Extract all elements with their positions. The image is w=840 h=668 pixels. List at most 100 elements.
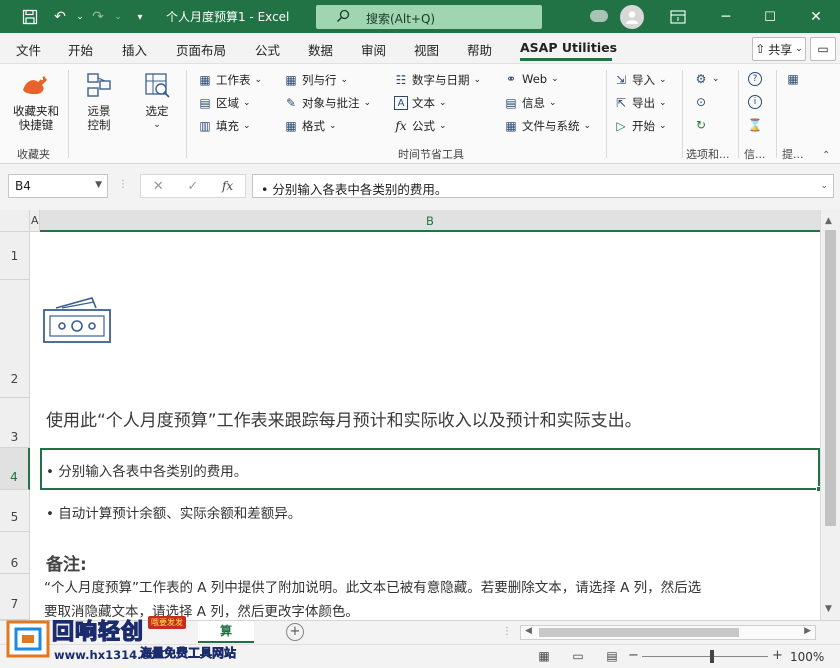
zoom-in-icon[interactable]: + bbox=[772, 648, 783, 663]
tab-home[interactable]: 开始 bbox=[68, 40, 93, 59]
worksheet-grid[interactable]: A B 1 2 3 4 5 6 7 使用此“个人月度预算”工作表来跟踪每月预计和… bbox=[0, 210, 840, 620]
insert-function-icon[interactable]: fx bbox=[222, 179, 233, 193]
collapse-ribbon-icon[interactable]: ⌃ bbox=[822, 150, 830, 161]
row-header[interactable]: 5 bbox=[0, 490, 30, 532]
scroll-left-icon[interactable]: ◀ bbox=[525, 626, 532, 636]
close-icon[interactable]: ✕ bbox=[806, 7, 826, 27]
zoom-slider-knob[interactable] bbox=[710, 650, 714, 663]
chevron-down-icon: ⌄ bbox=[551, 74, 559, 84]
chevron-down-icon: ⌄ bbox=[712, 74, 720, 84]
worksheet-menu[interactable]: ▦ 工作表 ⌄ bbox=[198, 72, 262, 88]
format-menu[interactable]: ▦ 格式 ⌄ bbox=[284, 118, 336, 134]
tab-insert[interactable]: 插入 bbox=[122, 40, 147, 59]
share-button[interactable]: ⇧ 共享 ⌄ bbox=[752, 37, 806, 61]
format-label: 格式 bbox=[302, 119, 325, 133]
info-menu[interactable]: ▤ 信息 ⌄ bbox=[504, 95, 556, 111]
tab-formulas[interactable]: 公式 bbox=[255, 40, 280, 59]
tab-review[interactable]: 审阅 bbox=[361, 40, 386, 59]
avatar[interactable] bbox=[620, 5, 644, 29]
redo-dropdown-icon[interactable]: ⌄ bbox=[108, 7, 128, 27]
column-header-b[interactable]: B bbox=[40, 210, 820, 232]
ribbon: 收藏夹和 快捷键 收藏夹 远景 控制 选定 ⌄ ▦ 工作表 ⌄ ▤ 区域 ⌄ ▥… bbox=[0, 63, 840, 164]
cancel-icon[interactable]: ✕ bbox=[153, 179, 164, 194]
chevron-down-icon[interactable]: ⌄ bbox=[820, 181, 828, 191]
normal-view-icon[interactable]: ▦ bbox=[536, 649, 552, 663]
web-menu[interactable]: ⚭ Web ⌄ bbox=[504, 72, 559, 86]
row-header[interactable]: 2 bbox=[0, 280, 30, 398]
select-all-corner[interactable] bbox=[0, 210, 30, 232]
vertical-scrollbar[interactable]: ▲ ▼ bbox=[820, 210, 840, 620]
page-break-view-icon[interactable]: ▤ bbox=[604, 649, 620, 663]
range-menu[interactable]: ▤ 区域 ⌄ bbox=[198, 95, 250, 111]
import-menu[interactable]: ⇲ 导入 ⌄ bbox=[614, 72, 667, 88]
numbers-dates-menu[interactable]: ☷ 数字与日期 ⌄ bbox=[394, 72, 481, 88]
maximize-icon[interactable]: ☐ bbox=[760, 7, 780, 27]
refresh-button[interactable]: ↻ bbox=[694, 118, 708, 132]
column-header-a[interactable]: A bbox=[30, 210, 40, 232]
active-cell-selection[interactable] bbox=[40, 448, 822, 492]
scroll-right-icon[interactable]: ▶ bbox=[804, 626, 811, 636]
title-bar: ↶ ⌄ ↷ ⌄ ▾ 个人月度预算1 - Excel 搜索(Alt+Q) ─ ☐ … bbox=[0, 0, 840, 33]
ribbon-display-icon[interactable] bbox=[668, 7, 688, 27]
horizontal-scroll-thumb[interactable] bbox=[539, 628, 739, 637]
watermark-badge: 哦要发发 bbox=[148, 616, 186, 629]
gear-icon: ⚙ bbox=[695, 72, 707, 86]
help-button[interactable]: ? bbox=[748, 72, 762, 86]
zoom-slider[interactable] bbox=[642, 656, 768, 657]
undo-icon[interactable]: ↶ bbox=[50, 7, 70, 27]
customize-toolbar-icon[interactable]: ▾ bbox=[130, 7, 150, 27]
row-header[interactable]: 6 bbox=[0, 532, 30, 574]
row-header-selected[interactable]: 4 bbox=[0, 448, 30, 490]
horizontal-scrollbar[interactable]: ◀ ▶ bbox=[520, 625, 816, 640]
tips-button[interactable]: ▦ bbox=[786, 72, 800, 86]
redo-icon[interactable]: ↷ bbox=[88, 7, 108, 27]
info-button[interactable]: i bbox=[748, 95, 762, 109]
tab-help[interactable]: 帮助 bbox=[467, 40, 492, 59]
select-button[interactable]: 选定 ⌄ bbox=[132, 70, 182, 132]
undo-dropdown-icon[interactable]: ⌄ bbox=[70, 7, 90, 27]
tab-view[interactable]: 视图 bbox=[414, 40, 439, 59]
zoom-out-icon[interactable]: − bbox=[628, 648, 639, 663]
zoom-level[interactable]: 100% bbox=[790, 650, 824, 664]
row-header[interactable]: 3 bbox=[0, 398, 30, 448]
scroll-down-icon[interactable]: ▼ bbox=[825, 604, 832, 614]
formula-menu[interactable]: fx 公式 ⌄ bbox=[394, 118, 446, 134]
save-icon[interactable] bbox=[20, 7, 40, 27]
web-label: Web bbox=[522, 72, 548, 86]
search-box[interactable]: 搜索(Alt+Q) bbox=[316, 5, 542, 29]
favorites-label: 收藏夹和 快捷键 bbox=[13, 104, 59, 132]
chevron-down-icon: ⌄ bbox=[659, 98, 667, 108]
ribbon-separator bbox=[68, 70, 69, 158]
page-layout-view-icon[interactable]: ▭ bbox=[570, 649, 586, 663]
chevron-down-icon: ⌄ bbox=[583, 121, 592, 131]
columns-rows-menu[interactable]: ▦ 列与行 ⌄ bbox=[284, 72, 348, 88]
minimize-icon[interactable]: ─ bbox=[716, 7, 736, 27]
name-box[interactable]: B4 ▼ bbox=[8, 174, 108, 198]
select-icon bbox=[141, 70, 173, 100]
vertical-scroll-thumb[interactable] bbox=[825, 230, 836, 526]
formula-input[interactable]: • 分别输入各表中各类别的费用。 ⌄ bbox=[252, 174, 834, 198]
text-menu[interactable]: A 文本 ⌄ bbox=[394, 95, 447, 111]
scroll-up-icon[interactable]: ▲ bbox=[825, 216, 832, 226]
tab-page-layout[interactable]: 页面布局 bbox=[176, 40, 226, 59]
find-run-button[interactable]: ⊙ bbox=[694, 95, 708, 109]
tab-asap-utilities[interactable]: ASAP Utilities bbox=[520, 40, 617, 55]
add-sheet-icon[interactable]: + bbox=[286, 623, 304, 641]
remote-control-button[interactable]: 远景 控制 bbox=[74, 70, 124, 132]
file-system-label: 文件与系统 bbox=[522, 119, 580, 133]
export-menu[interactable]: ⇱ 导出 ⌄ bbox=[614, 95, 667, 111]
comments-button[interactable]: ▭ bbox=[810, 37, 836, 61]
favorites-button[interactable]: 收藏夹和 快捷键 bbox=[8, 70, 64, 132]
tab-file[interactable]: 文件 bbox=[16, 40, 41, 59]
options-gear-button[interactable]: ⚙ ⌄ bbox=[694, 72, 720, 86]
timer-button[interactable]: ⌛ bbox=[748, 118, 763, 132]
objects-comments-menu[interactable]: ✎ 对象与批注 ⌄ bbox=[284, 95, 371, 111]
file-system-menu[interactable]: ▦ 文件与系统 ⌄ bbox=[504, 118, 591, 134]
web-icon: ⚭ bbox=[505, 72, 517, 86]
enter-icon[interactable]: ✓ bbox=[187, 179, 198, 194]
start-menu[interactable]: ▷ 开始 ⌄ bbox=[614, 118, 666, 134]
columns-rows-label: 列与行 bbox=[302, 73, 337, 87]
fill-menu[interactable]: ▥ 填充 ⌄ bbox=[198, 118, 250, 134]
row-header[interactable]: 1 bbox=[0, 232, 30, 280]
tab-data[interactable]: 数据 bbox=[308, 40, 333, 59]
